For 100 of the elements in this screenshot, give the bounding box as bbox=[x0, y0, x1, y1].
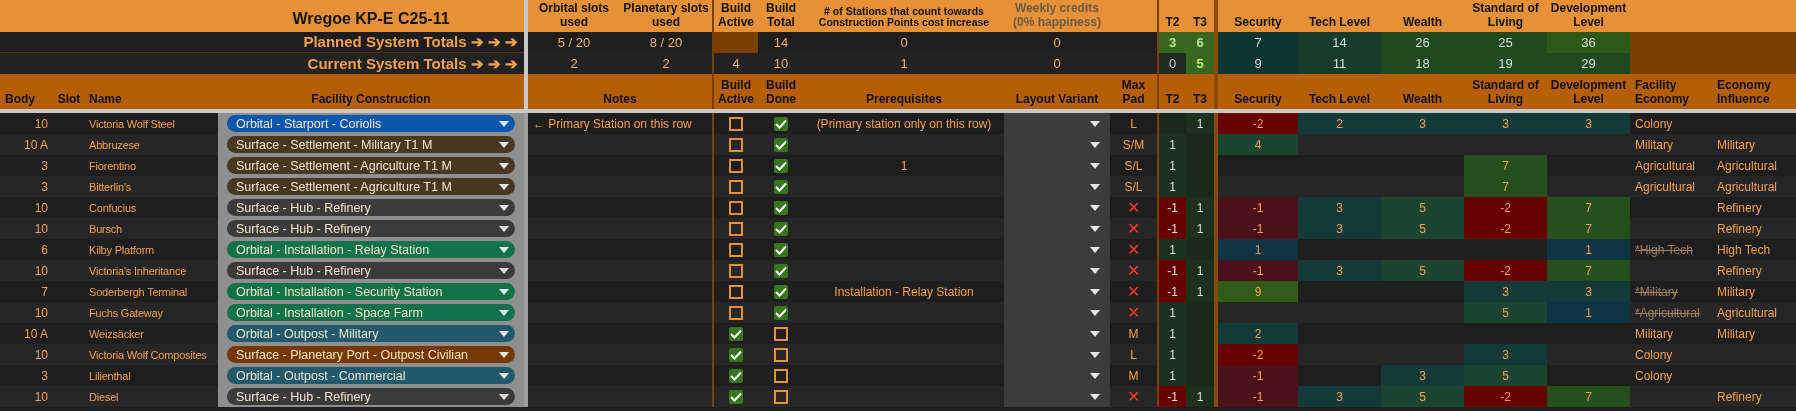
facility-dropdown[interactable]: Surface - Hub - Refinery bbox=[227, 388, 515, 405]
facility-dropdown[interactable]: Surface - Settlement - Military T1 M bbox=[227, 136, 515, 153]
table-cell: 1 bbox=[1157, 365, 1186, 386]
column-header: Build Active bbox=[712, 0, 758, 32]
facility-dropdown[interactable]: Surface - Hub - Refinery bbox=[227, 220, 515, 237]
caret-icon bbox=[499, 225, 509, 232]
column-header: Name bbox=[84, 74, 218, 109]
column-header: Standard of Living bbox=[1464, 0, 1547, 32]
column-header: Standard of Living bbox=[1464, 74, 1547, 109]
table-cell: -1 bbox=[1157, 260, 1186, 281]
table-cell: -1 bbox=[1218, 197, 1298, 218]
column-header: T2 bbox=[1157, 0, 1186, 32]
caret-icon bbox=[1090, 246, 1100, 253]
table-cell: -2 bbox=[1218, 113, 1298, 134]
checkbox[interactable] bbox=[774, 368, 788, 383]
table-cell: 5 bbox=[1381, 218, 1464, 239]
table-cell: 5 bbox=[1381, 197, 1464, 218]
table-cell: 5 bbox=[1381, 260, 1464, 281]
facility-dropdown[interactable]: Surface - Planetary Port - Outpost Civilian bbox=[227, 346, 515, 363]
caret-icon bbox=[1090, 141, 1100, 148]
caret-icon bbox=[1090, 393, 1100, 400]
table-cell: 3 bbox=[1381, 113, 1464, 134]
column-header: T2 bbox=[1157, 74, 1186, 109]
column-header: Facility Construction bbox=[218, 74, 524, 109]
table-cell: 29 bbox=[1547, 53, 1630, 74]
checkbox[interactable] bbox=[729, 179, 743, 194]
row-label: Current System Totals ➔ ➔ ➔ bbox=[0, 53, 524, 74]
checkbox[interactable] bbox=[729, 137, 743, 152]
table-cell: 1 bbox=[1157, 134, 1186, 155]
column-header: Wealth bbox=[1381, 0, 1464, 32]
caret-icon bbox=[499, 372, 509, 379]
table-cell: 1 bbox=[1186, 218, 1214, 239]
caret-icon bbox=[1090, 330, 1100, 337]
table-cell: -2 bbox=[1464, 218, 1547, 239]
caret-icon bbox=[1090, 267, 1100, 274]
caret-icon bbox=[499, 309, 509, 316]
checkbox[interactable] bbox=[729, 263, 743, 278]
table-cell: 3 bbox=[1298, 386, 1381, 407]
column-header: Economy Influence bbox=[1712, 74, 1796, 109]
table-cell: -2 bbox=[1464, 386, 1547, 407]
table-cell: -1 bbox=[1157, 197, 1186, 218]
table-cell: 3 bbox=[1547, 281, 1630, 302]
table-cell: -1 bbox=[1218, 365, 1298, 386]
table-cell: 3 bbox=[1464, 344, 1547, 365]
caret-icon bbox=[1090, 372, 1100, 379]
checkbox[interactable] bbox=[774, 347, 788, 362]
checkbox[interactable] bbox=[729, 284, 743, 299]
facility-dropdown[interactable]: Orbital - Installation - Security Station bbox=[227, 283, 515, 300]
table-cell: -1 bbox=[1157, 218, 1186, 239]
facility-dropdown[interactable]: Orbital - Outpost - Military bbox=[227, 325, 515, 342]
column-header: Tech Level bbox=[1298, 74, 1381, 109]
table-cell: 7 bbox=[1464, 155, 1547, 176]
sheet-title: Wregoe KP-E C25-11 bbox=[218, 0, 524, 32]
table-cell: 9 bbox=[1218, 53, 1298, 74]
facility-dropdown[interactable]: Surface - Settlement - Agriculture T1 M bbox=[227, 157, 515, 174]
table-cell: 5 bbox=[1464, 302, 1547, 323]
caret-icon bbox=[1090, 351, 1100, 358]
table-cell: 1 bbox=[1157, 302, 1186, 323]
column-header: Planetary slots used bbox=[620, 0, 712, 32]
table-cell: 1 bbox=[1157, 323, 1186, 344]
table-cell: 19 bbox=[1464, 53, 1547, 74]
checkbox[interactable] bbox=[729, 242, 743, 257]
column-header: Development Level bbox=[1547, 0, 1630, 32]
table-cell: 5 bbox=[1464, 365, 1547, 386]
table-cell: 1 bbox=[1186, 197, 1214, 218]
table-cell: 4 bbox=[1218, 134, 1298, 155]
caret-icon bbox=[499, 288, 509, 295]
table-cell: 18 bbox=[1381, 53, 1464, 74]
checkbox[interactable] bbox=[729, 200, 743, 215]
checkbox[interactable] bbox=[774, 389, 788, 404]
table-cell: 3 bbox=[1547, 113, 1630, 134]
checkbox[interactable] bbox=[729, 221, 743, 236]
table-cell: -1 bbox=[1218, 386, 1298, 407]
table-cell: 1 bbox=[1157, 155, 1186, 176]
facility-dropdown[interactable]: Orbital - Outpost - Commercial bbox=[227, 367, 515, 384]
facility-dropdown[interactable]: Surface - Hub - Refinery bbox=[227, 262, 515, 279]
caret-icon bbox=[1090, 225, 1100, 232]
table-cell: 3 bbox=[1298, 218, 1381, 239]
caret-icon bbox=[1090, 309, 1100, 316]
column-header: Development Level bbox=[1547, 74, 1630, 109]
facility-dropdown[interactable]: Surface - Settlement - Agriculture T1 M bbox=[227, 178, 515, 195]
column-header: Prerequisites bbox=[804, 74, 1004, 109]
caret-icon bbox=[1090, 183, 1100, 190]
column-header: Tech Level bbox=[1298, 0, 1381, 32]
table-cell: 3 bbox=[1157, 32, 1186, 53]
table-cell: 11 bbox=[1298, 53, 1381, 74]
facility-dropdown[interactable]: Orbital - Installation - Relay Station bbox=[227, 241, 515, 258]
checkbox[interactable] bbox=[729, 305, 743, 320]
caret-icon bbox=[1090, 120, 1100, 127]
checkbox[interactable] bbox=[729, 158, 743, 173]
facility-dropdown[interactable]: Orbital - Starport - Coriolis bbox=[227, 115, 515, 132]
facility-dropdown[interactable]: Orbital - Installation - Space Farm bbox=[227, 304, 515, 321]
table-cell: -1 bbox=[1218, 260, 1298, 281]
checkbox[interactable] bbox=[774, 326, 788, 341]
facility-dropdown[interactable]: Surface - Hub - Refinery bbox=[227, 199, 515, 216]
table-cell: 1 bbox=[1186, 386, 1214, 407]
caret-icon bbox=[499, 162, 509, 169]
table-cell: 7 bbox=[1547, 197, 1630, 218]
caret-icon bbox=[499, 246, 509, 253]
checkbox[interactable] bbox=[729, 116, 743, 131]
